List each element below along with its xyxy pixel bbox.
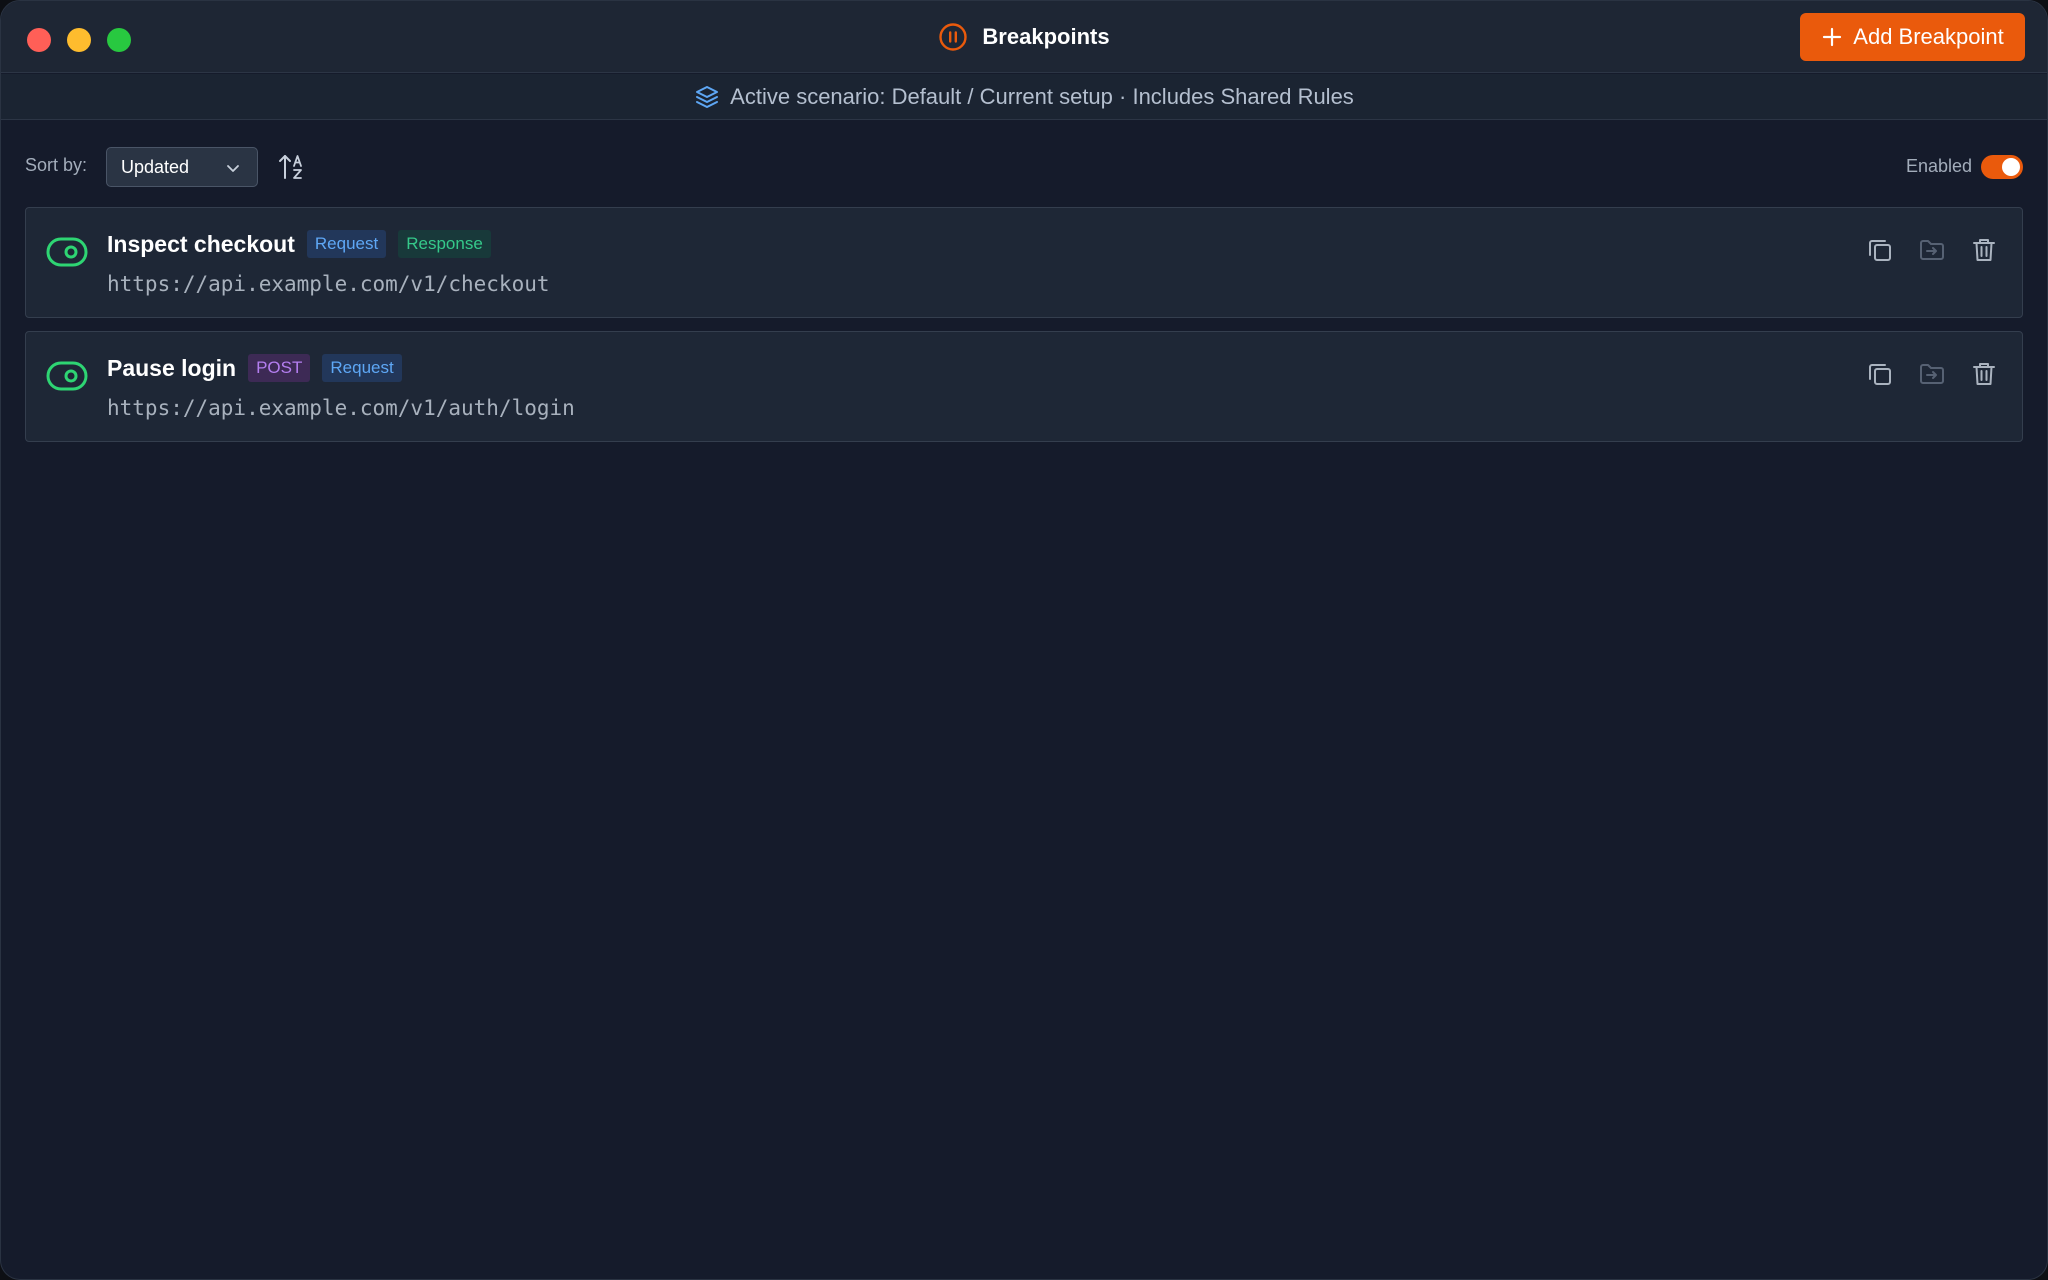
request-badge: Request: [306, 230, 387, 258]
copy-icon[interactable]: [1866, 360, 1894, 388]
copy-icon[interactable]: [1866, 236, 1894, 264]
sort-by-label: Sort by:: [25, 155, 88, 175]
enabled-label: Enabled: [1905, 156, 1972, 176]
sort-by-select[interactable]: Updated: [106, 147, 258, 187]
toggle-knob: [2002, 158, 2020, 176]
active-scenario-text: Active scenario: Default / Current setup…: [730, 83, 1354, 109]
pause-circle-icon: [939, 23, 968, 51]
breakpoint-card[interactable]: Inspect checkout Request Response https:…: [25, 207, 2023, 318]
chevron-down-icon: [227, 165, 239, 172]
breakpoint-title-row: Pause login POST Request: [107, 354, 402, 382]
breakpoint-title-row: Inspect checkout Request Response: [107, 230, 491, 258]
trash-icon[interactable]: [1970, 236, 1998, 264]
breakpoints-window: Breakpoints Add Breakpoint Active scenar…: [0, 0, 2048, 1280]
add-breakpoint-button[interactable]: Add Breakpoint: [1800, 13, 2025, 61]
response-badge: Response: [398, 230, 491, 258]
window-title: Breakpoints: [1, 19, 2047, 55]
enabled-toggle[interactable]: [1981, 155, 2023, 179]
breakpoint-name: Inspect checkout: [107, 230, 295, 257]
window-title-text: Breakpoints: [982, 24, 1110, 49]
plus-icon: [1823, 27, 1842, 47]
move-to-folder-icon[interactable]: [1918, 236, 1946, 264]
method-badge: POST: [248, 354, 311, 382]
add-breakpoint-label: Add Breakpoint: [1853, 24, 2004, 49]
breakpoint-url: https://api.example.com/v1/auth/login: [107, 396, 575, 420]
trash-icon[interactable]: [1970, 360, 1998, 388]
breakpoint-actions: [1866, 236, 1998, 264]
breakpoint-url: https://api.example.com/v1/checkout: [107, 272, 550, 296]
layers-icon: [696, 85, 719, 108]
breakpoint-actions: [1866, 360, 1998, 388]
move-to-folder-icon[interactable]: [1918, 360, 1946, 388]
toggle-eye-icon[interactable]: [46, 360, 88, 392]
breakpoint-name: Pause login: [107, 354, 237, 381]
active-scenario-bar[interactable]: Active scenario: Default / Current setup…: [1, 74, 2047, 120]
toggle-eye-icon[interactable]: [46, 236, 88, 268]
breakpoint-card[interactable]: Pause login POST Request https://api.exa…: [25, 331, 2023, 442]
title-bar: Breakpoints Add Breakpoint: [1, 1, 2047, 73]
sort-ascending-az-icon[interactable]: [277, 151, 309, 183]
request-badge: Request: [322, 354, 402, 382]
sort-by-value: Updated: [121, 156, 190, 177]
